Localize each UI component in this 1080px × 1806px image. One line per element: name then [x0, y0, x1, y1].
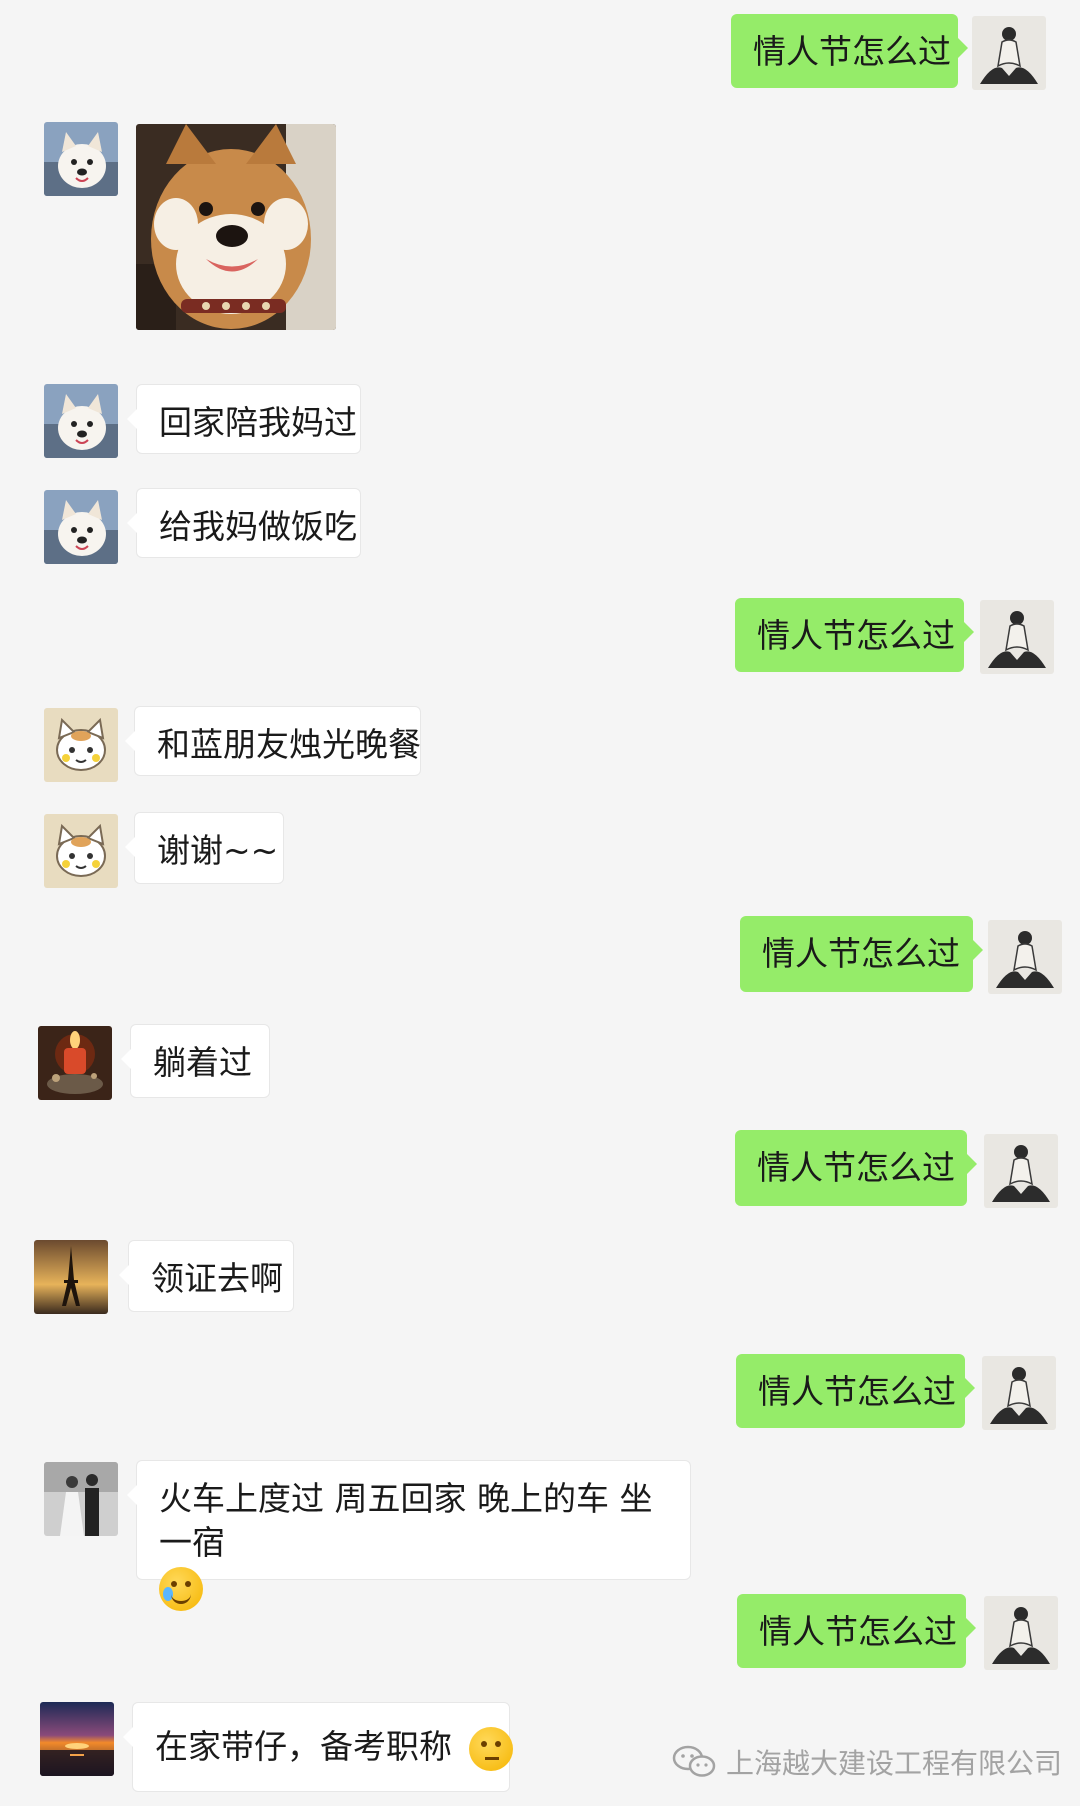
incoming-message-bubble[interactable]: 火车上度过 周五回家 晚上的车 坐一宿 — [127, 1460, 691, 1611]
eiffel-tower-avatar-icon — [34, 1240, 108, 1314]
message-text: 情人节怎么过 — [759, 1612, 957, 1651]
woman-sketch-avatar-icon — [980, 600, 1054, 674]
contact-avatar-wedding[interactable] — [44, 1462, 118, 1536]
cat-avatar-icon — [44, 708, 118, 782]
crying-laughing-emoji-icon — [159, 1566, 203, 1611]
woman-sketch-avatar-icon — [972, 16, 1046, 90]
watermark-text: 上海越大建设工程有限公司 — [726, 1747, 1063, 1780]
self-avatar[interactable] — [984, 1596, 1058, 1670]
message-text: 回家陪我妈过 — [159, 403, 357, 442]
woman-sketch-avatar-icon — [988, 920, 1062, 994]
message-text: 情人节怎么过 — [762, 934, 960, 973]
incoming-message-bubble[interactable]: 躺着过 — [121, 1024, 270, 1098]
dog-avatar-icon — [44, 384, 118, 458]
outgoing-message-bubble[interactable]: 情人节怎么过 — [740, 916, 983, 992]
shiba-dog-image — [136, 124, 336, 330]
incoming-message-bubble[interactable]: 给我妈做饭吃 — [127, 488, 361, 558]
contact-avatar-akita[interactable] — [44, 384, 118, 458]
woman-sketch-avatar-icon — [982, 1356, 1056, 1430]
outgoing-message-bubble[interactable]: 情人节怎么过 — [731, 14, 968, 88]
cat-avatar-icon — [44, 814, 118, 888]
sunset-sea-avatar-icon — [40, 1702, 114, 1776]
contact-avatar-sunset[interactable] — [40, 1702, 114, 1776]
dog-avatar-icon — [44, 490, 118, 564]
outgoing-message-bubble[interactable]: 情人节怎么过 — [737, 1594, 976, 1668]
message-text: 在家带仔，备考职称 — [155, 1727, 452, 1766]
contact-avatar-akita[interactable] — [44, 122, 118, 196]
incoming-message-bubble[interactable]: 和蓝朋友烛光晚餐 — [125, 706, 421, 776]
contact-avatar-candle[interactable] — [38, 1026, 112, 1100]
incoming-message-bubble[interactable]: 在家带仔，备考职称 — [123, 1702, 513, 1792]
incoming-message-bubble[interactable]: 谢谢~~ — [125, 812, 284, 884]
self-avatar[interactable] — [988, 920, 1062, 994]
woman-sketch-avatar-icon — [984, 1134, 1058, 1208]
message-text: 情人节怎么过 — [753, 32, 951, 71]
message-text: 情人节怎么过 — [758, 1372, 956, 1411]
incoming-message-bubble[interactable]: 回家陪我妈过 — [127, 384, 361, 454]
dog-avatar-icon — [44, 122, 118, 196]
self-avatar[interactable] — [984, 1134, 1058, 1208]
message-text: 情人节怎么过 — [757, 1148, 955, 1187]
message-text: 给我妈做饭吃 — [159, 507, 357, 546]
contact-avatar-cat[interactable] — [44, 708, 118, 782]
candle-avatar-icon — [38, 1026, 112, 1100]
message-text: 和蓝朋友烛光晚餐 — [157, 725, 421, 764]
chat-window: 情人节怎么过 回家陪我妈过 给我妈做饭吃 情人节怎么过 和蓝朋友烛光晚餐 谢谢~… — [0, 0, 1080, 1806]
incoming-message-bubble[interactable]: 领证去啊 — [119, 1240, 294, 1312]
outgoing-message-bubble[interactable]: 情人节怎么过 — [736, 1354, 975, 1428]
contact-avatar-cat[interactable] — [44, 814, 118, 888]
woman-sketch-avatar-icon — [984, 1596, 1058, 1670]
watermark: 上海越大建设工程有限公司 — [672, 1740, 1062, 1784]
shiba-dog-sticker[interactable] — [136, 124, 336, 330]
message-text: 火车上度过 周五回家 晚上的车 坐一宿 — [159, 1479, 653, 1562]
message-text: 躺着过 — [153, 1043, 252, 1082]
self-avatar[interactable] — [972, 16, 1046, 90]
message-text: 领证去啊 — [151, 1259, 283, 1298]
thinking-emoji-icon — [468, 1726, 513, 1771]
outgoing-message-bubble[interactable]: 情人节怎么过 — [735, 1130, 977, 1206]
wechat-icon — [672, 1745, 716, 1777]
message-text: 情人节怎么过 — [757, 616, 955, 655]
self-avatar[interactable] — [980, 600, 1054, 674]
contact-avatar-akita[interactable] — [44, 490, 118, 564]
message-text: 谢谢~~ — [157, 831, 279, 870]
wedding-couple-avatar-icon — [44, 1462, 118, 1536]
self-avatar[interactable] — [982, 1356, 1056, 1430]
contact-avatar-eiffel[interactable] — [34, 1240, 108, 1314]
outgoing-message-bubble[interactable]: 情人节怎么过 — [735, 598, 974, 672]
